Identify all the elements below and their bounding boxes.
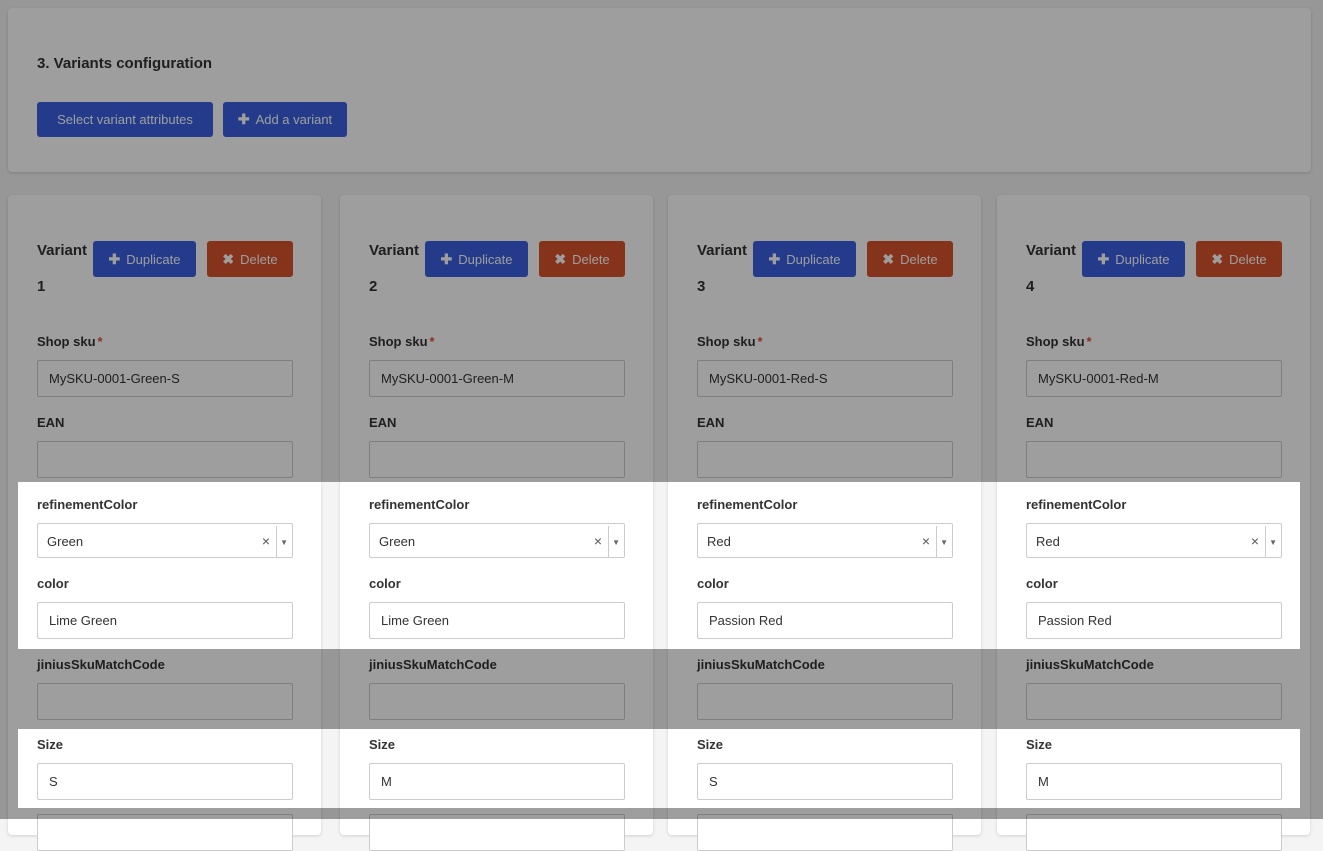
plus-icon: ✚: [1097, 250, 1110, 267]
shop-sku-input[interactable]: MySKU-0001-Green-S: [37, 360, 293, 397]
close-icon: ✖: [222, 250, 235, 267]
ean-input[interactable]: [369, 441, 625, 478]
color-input[interactable]: Passion Red: [1026, 602, 1282, 639]
ean-label: EAN: [697, 415, 725, 430]
duplicate-button[interactable]: ✚ Duplicate: [93, 241, 196, 277]
clear-icon[interactable]: ×: [922, 524, 930, 559]
jinius-input[interactable]: [697, 683, 953, 720]
color-input[interactable]: Lime Green: [369, 602, 625, 639]
size-label: Size: [369, 737, 396, 752]
variant-card-1: Variant 1 ✚ Duplicate ✖ Delete Shop sku * My…: [8, 195, 321, 851]
select-variant-attributes-button[interactable]: Select variant attributes: [37, 102, 213, 137]
duplicate-button[interactable]: ✚ Duplicate: [1082, 241, 1185, 277]
variant-card-3: Variant 3 ✚ Duplicate ✖ Delete Shop sku * My…: [668, 195, 981, 851]
close-icon: ✖: [554, 250, 567, 267]
color-label: color: [1026, 576, 1058, 591]
size-label: Size: [1026, 737, 1053, 752]
color-label: color: [697, 576, 729, 591]
close-icon: ✖: [882, 250, 895, 267]
size-input[interactable]: S: [697, 763, 953, 800]
clear-icon[interactable]: ×: [262, 524, 270, 559]
color-label: color: [37, 576, 69, 591]
refinement-color-label: refinementColor: [1026, 497, 1127, 512]
shop-sku-label: Shop sku *: [369, 334, 435, 349]
variant-title: Variant 3: [697, 242, 748, 295]
add-variant-button[interactable]: ✚ Add a variant: [223, 102, 347, 137]
plus-icon: ✚: [768, 250, 781, 267]
variant-title: Variant 4: [1026, 242, 1077, 295]
shop-sku-label: Shop sku *: [697, 334, 763, 349]
delete-button[interactable]: ✖ Delete: [207, 241, 293, 277]
next-input[interactable]: [697, 814, 953, 851]
chevron-down-icon[interactable]: ▼: [940, 525, 948, 560]
ean-input[interactable]: [1026, 441, 1282, 478]
refinement-color-label: refinementColor: [697, 497, 798, 512]
ean-label: EAN: [37, 415, 65, 430]
color-input[interactable]: Lime Green: [37, 602, 293, 639]
delete-button[interactable]: ✖ Delete: [539, 241, 625, 277]
plus-icon: ✚: [108, 250, 121, 267]
clear-icon[interactable]: ×: [594, 524, 602, 559]
shop-sku-label: Shop sku *: [1026, 334, 1092, 349]
variant-title: Variant 1: [37, 242, 88, 295]
next-input[interactable]: [1026, 814, 1282, 851]
refinement-color-select[interactable]: Green × ▼: [369, 523, 625, 558]
ean-label: EAN: [1026, 415, 1054, 430]
refinement-color-select[interactable]: Red × ▼: [1026, 523, 1282, 558]
ean-input[interactable]: [37, 441, 293, 478]
chevron-down-icon[interactable]: ▼: [612, 525, 620, 560]
refinement-color-label: refinementColor: [369, 497, 470, 512]
chevron-down-icon[interactable]: ▼: [280, 525, 288, 560]
refinement-color-select[interactable]: Red × ▼: [697, 523, 953, 558]
chevron-down-icon[interactable]: ▼: [1269, 525, 1277, 560]
next-input[interactable]: [369, 814, 625, 851]
refinement-color-label: refinementColor: [37, 497, 138, 512]
color-label: color: [369, 576, 401, 591]
size-label: Size: [697, 737, 724, 752]
jinius-input[interactable]: [369, 683, 625, 720]
size-label: Size: [37, 737, 64, 752]
section-title: 3. Variants configuration: [37, 55, 213, 72]
plus-icon: ✚: [237, 111, 250, 127]
delete-button[interactable]: ✖ Delete: [1196, 241, 1282, 277]
duplicate-button[interactable]: ✚ Duplicate: [753, 241, 856, 277]
clear-icon[interactable]: ×: [1251, 524, 1259, 559]
variant-title: Variant 2: [369, 242, 420, 295]
variants-config-card: 3. Variants configuration Select variant…: [8, 8, 1311, 172]
jinius-label: jiniusSkuMatchCode: [1026, 657, 1154, 672]
next-input[interactable]: [37, 814, 293, 851]
size-input[interactable]: S: [37, 763, 293, 800]
delete-button[interactable]: ✖ Delete: [867, 241, 953, 277]
close-icon: ✖: [1211, 250, 1224, 267]
shop-sku-label: Shop sku *: [37, 334, 103, 349]
shop-sku-input[interactable]: MySKU-0001-Green-M: [369, 360, 625, 397]
jinius-label: jiniusSkuMatchCode: [37, 657, 165, 672]
ean-input[interactable]: [697, 441, 953, 478]
size-input[interactable]: M: [369, 763, 625, 800]
color-input[interactable]: Passion Red: [697, 602, 953, 639]
shop-sku-input[interactable]: MySKU-0001-Red-M: [1026, 360, 1282, 397]
variant-card-4: Variant 4 ✚ Duplicate ✖ Delete Shop sku * My…: [997, 195, 1310, 851]
variant-card-2: Variant 2 ✚ Duplicate ✖ Delete Shop sku * My…: [340, 195, 653, 851]
ean-label: EAN: [369, 415, 397, 430]
jinius-label: jiniusSkuMatchCode: [369, 657, 497, 672]
duplicate-button[interactable]: ✚ Duplicate: [425, 241, 528, 277]
refinement-color-select[interactable]: Green × ▼: [37, 523, 293, 558]
plus-icon: ✚: [440, 250, 453, 267]
jinius-input[interactable]: [37, 683, 293, 720]
size-input[interactable]: M: [1026, 763, 1282, 800]
jinius-label: jiniusSkuMatchCode: [697, 657, 825, 672]
jinius-input[interactable]: [1026, 683, 1282, 720]
shop-sku-input[interactable]: MySKU-0001-Red-S: [697, 360, 953, 397]
